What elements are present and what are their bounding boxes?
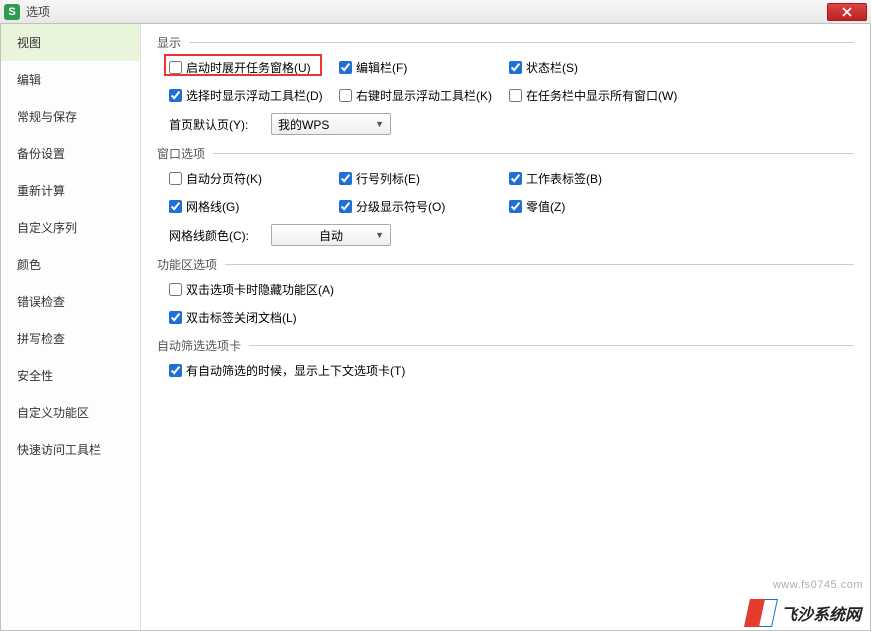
- checkbox-sheet-tabs[interactable]: 工作表标签(B): [509, 170, 689, 187]
- chevron-down-icon: ▼: [375, 230, 384, 240]
- group-title: 自动筛选选项卡: [157, 337, 241, 354]
- titlebar: S 选项: [0, 0, 871, 24]
- checkbox-status-bar[interactable]: 状态栏(S): [509, 59, 689, 76]
- sidebar-item-8[interactable]: 拼写检查: [1, 320, 140, 357]
- app-icon: S: [4, 4, 20, 20]
- checkbox-label: 右键时显示浮动工具栏(K): [356, 87, 492, 104]
- group-title: 功能区选项: [157, 256, 217, 273]
- checkbox-label: 分级显示符号(O): [356, 198, 445, 215]
- checkbox-label: 状态栏(S): [526, 59, 578, 76]
- checkbox-input[interactable]: [169, 89, 182, 102]
- divider: [189, 42, 854, 43]
- window-title: 选项: [26, 3, 50, 20]
- group-title: 显示: [157, 34, 181, 51]
- group-header-filter: 自动筛选选项卡: [157, 337, 854, 354]
- close-icon: [842, 7, 852, 17]
- default-page-label: 首页默认页(Y):: [169, 116, 263, 133]
- checkbox-float-select[interactable]: 选择时显示浮动工具栏(D): [169, 87, 339, 104]
- checkbox-zero[interactable]: 零值(Z): [509, 198, 689, 215]
- sidebar-item-9[interactable]: 安全性: [1, 357, 140, 394]
- checkbox-label: 双击标签关闭文档(L): [186, 309, 297, 326]
- chevron-down-icon: ▼: [375, 119, 384, 129]
- group-header-ribbon: 功能区选项: [157, 256, 854, 273]
- checkbox-input[interactable]: [169, 61, 182, 74]
- sidebar-item-10[interactable]: 自定义功能区: [1, 394, 140, 431]
- checkbox-label: 工作表标签(B): [526, 170, 602, 187]
- checkbox-startup-task-pane[interactable]: 启动时展开任务窗格(U): [169, 59, 339, 76]
- checkbox-dbl-tab-hide[interactable]: 双击选项卡时隐藏功能区(A): [169, 281, 334, 298]
- divider: [213, 153, 854, 154]
- checkbox-input[interactable]: [339, 89, 352, 102]
- checkbox-page-break[interactable]: 自动分页符(K): [169, 170, 339, 187]
- main-area: 视图编辑常规与保存备份设置重新计算自定义序列颜色错误检查拼写检查安全性自定义功能…: [0, 24, 871, 631]
- sidebar-item-1[interactable]: 编辑: [1, 61, 140, 98]
- group-display: 显示 启动时展开任务窗格(U) 编辑栏(F) 状态栏(S) 选择时显示浮动工具栏…: [157, 34, 854, 135]
- checkbox-row-col-head[interactable]: 行号列标(E): [339, 170, 509, 187]
- checkbox-taskbar-all[interactable]: 在任务栏中显示所有窗口(W): [509, 87, 689, 104]
- checkbox-label: 在任务栏中显示所有窗口(W): [526, 87, 677, 104]
- group-header-display: 显示: [157, 34, 854, 51]
- sidebar-item-0[interactable]: 视图: [1, 24, 140, 61]
- checkbox-input[interactable]: [339, 200, 352, 213]
- checkbox-label: 零值(Z): [526, 198, 565, 215]
- checkbox-input[interactable]: [509, 200, 522, 213]
- group-title: 窗口选项: [157, 145, 205, 162]
- sidebar-item-11[interactable]: 快速访问工具栏: [1, 431, 140, 468]
- close-button[interactable]: [827, 3, 867, 21]
- group-header-window: 窗口选项: [157, 145, 854, 162]
- grid-color-dropdown[interactable]: 自动 ▼: [271, 224, 391, 246]
- checkbox-label: 启动时展开任务窗格(U): [186, 59, 311, 76]
- checkbox-label: 自动分页符(K): [186, 170, 262, 187]
- divider: [249, 345, 854, 346]
- content-pane: 显示 启动时展开任务窗格(U) 编辑栏(F) 状态栏(S) 选择时显示浮动工具栏…: [141, 24, 870, 630]
- checkbox-input[interactable]: [339, 172, 352, 185]
- checkbox-input[interactable]: [169, 200, 182, 213]
- checkbox-label: 网格线(G): [186, 198, 239, 215]
- dropdown-value: 自动: [319, 227, 343, 244]
- group-window: 窗口选项 自动分页符(K) 行号列标(E) 工作表标签(B) 网格线(G) 分级…: [157, 145, 854, 246]
- checkbox-input[interactable]: [509, 61, 522, 74]
- default-page-dropdown[interactable]: 我的WPS ▼: [271, 113, 391, 135]
- sidebar: 视图编辑常规与保存备份设置重新计算自定义序列颜色错误检查拼写检查安全性自定义功能…: [1, 24, 141, 630]
- sidebar-item-5[interactable]: 自定义序列: [1, 209, 140, 246]
- divider: [225, 264, 854, 265]
- brand-logo: 飞沙系统网: [747, 599, 861, 627]
- group-ribbon: 功能区选项 双击选项卡时隐藏功能区(A) 双击标签关闭文档(L): [157, 256, 854, 327]
- checkbox-outline[interactable]: 分级显示符号(O): [339, 198, 509, 215]
- checkbox-input[interactable]: [509, 89, 522, 102]
- checkbox-input[interactable]: [169, 311, 182, 324]
- checkbox-label: 选择时显示浮动工具栏(D): [186, 87, 323, 104]
- checkbox-float-right[interactable]: 右键时显示浮动工具栏(K): [339, 87, 509, 104]
- checkbox-label: 行号列标(E): [356, 170, 420, 187]
- checkbox-label: 有自动筛选的时候，显示上下文选项卡(T): [186, 362, 405, 379]
- checkbox-input[interactable]: [509, 172, 522, 185]
- checkbox-input[interactable]: [169, 283, 182, 296]
- checkbox-input[interactable]: [169, 172, 182, 185]
- checkbox-formula-bar[interactable]: 编辑栏(F): [339, 59, 509, 76]
- brand-icon: [747, 599, 775, 627]
- checkbox-gridlines[interactable]: 网格线(G): [169, 198, 339, 215]
- dropdown-value: 我的WPS: [278, 116, 329, 133]
- sidebar-item-3[interactable]: 备份设置: [1, 135, 140, 172]
- grid-color-label: 网格线颜色(C):: [169, 227, 263, 244]
- sidebar-item-2[interactable]: 常规与保存: [1, 98, 140, 135]
- sidebar-item-7[interactable]: 错误检查: [1, 283, 140, 320]
- sidebar-item-4[interactable]: 重新计算: [1, 172, 140, 209]
- sidebar-item-6[interactable]: 颜色: [1, 246, 140, 283]
- checkbox-input[interactable]: [169, 364, 182, 377]
- checkbox-input[interactable]: [339, 61, 352, 74]
- brand-text: 飞沙系统网: [781, 601, 861, 625]
- checkbox-label: 双击选项卡时隐藏功能区(A): [186, 281, 334, 298]
- checkbox-dbl-tab-close[interactable]: 双击标签关闭文档(L): [169, 309, 297, 326]
- checkbox-show-context[interactable]: 有自动筛选的时候，显示上下文选项卡(T): [169, 362, 405, 379]
- group-filter: 自动筛选选项卡 有自动筛选的时候，显示上下文选项卡(T): [157, 337, 854, 380]
- checkbox-label: 编辑栏(F): [356, 59, 407, 76]
